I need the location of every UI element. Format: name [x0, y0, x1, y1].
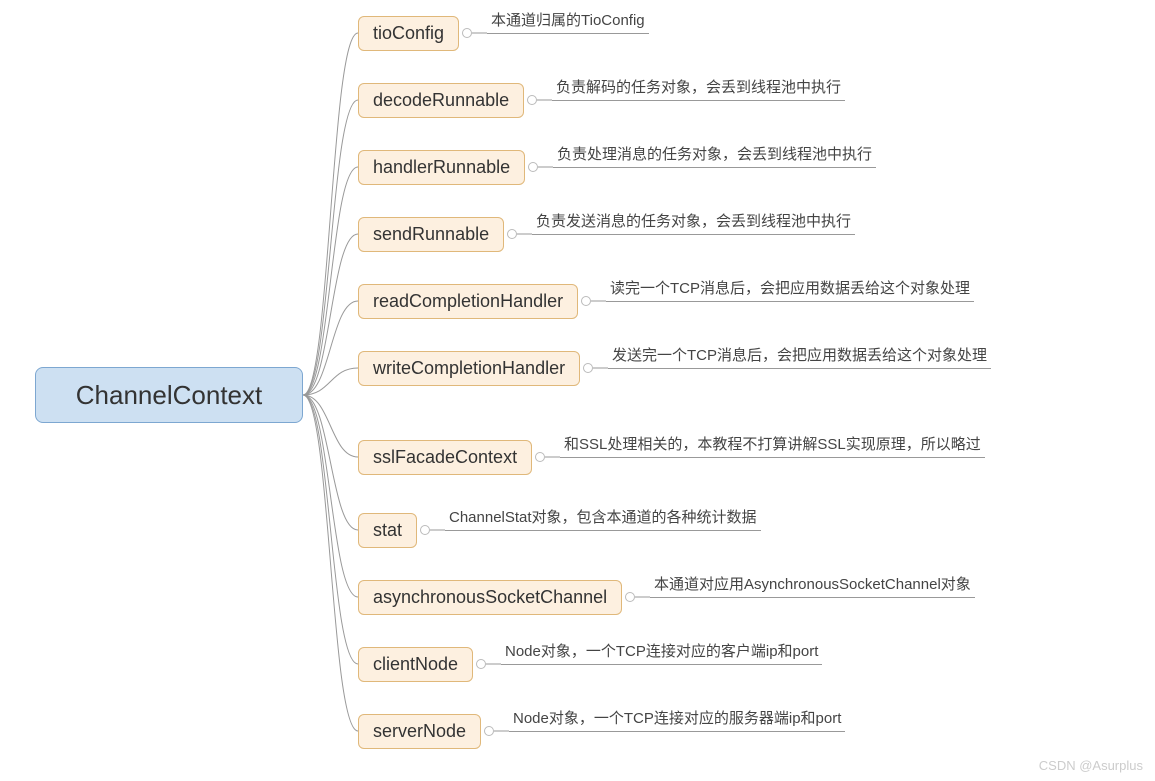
child-label: serverNode — [373, 721, 466, 741]
expand-dot — [476, 659, 486, 669]
child-desc: ChannelStat对象，包含本通道的各种统计数据 — [449, 507, 757, 528]
child-label: decodeRunnable — [373, 90, 509, 110]
expand-dot — [484, 726, 494, 736]
child-node-sslFacadeContext: sslFacadeContext — [358, 440, 532, 475]
child-desc: 负责解码的任务对象，会丢到线程池中执行 — [556, 77, 841, 98]
child-node-readCompletionHandler: readCompletionHandler — [358, 284, 578, 319]
child-desc: 本通道归属的TioConfig — [491, 10, 645, 31]
child-node-handlerRunnable: handlerRunnable — [358, 150, 525, 185]
child-node-clientNode: clientNode — [358, 647, 473, 682]
leaf-underline — [552, 100, 845, 101]
leaf-underline — [532, 234, 855, 235]
child-desc: Node对象，一个TCP连接对应的服务器端ip和port — [513, 708, 841, 729]
leaf-underline — [487, 33, 649, 34]
expand-dot — [535, 452, 545, 462]
leaf-underline — [501, 664, 822, 665]
child-label: tioConfig — [373, 23, 444, 43]
expand-dot — [507, 229, 517, 239]
child-label: asynchronousSocketChannel — [373, 587, 607, 607]
child-label: sendRunnable — [373, 224, 489, 244]
expand-dot — [420, 525, 430, 535]
child-desc: 负责处理消息的任务对象，会丢到线程池中执行 — [557, 144, 872, 165]
child-label: handlerRunnable — [373, 157, 510, 177]
child-desc: 和SSL处理相关的，本教程不打算讲解SSL实现原理，所以略过 — [564, 434, 981, 455]
child-label: clientNode — [373, 654, 458, 674]
child-desc: 发送完一个TCP消息后，会把应用数据丢给这个对象处理 — [612, 345, 987, 366]
leaf-underline — [445, 530, 761, 531]
child-node-sendRunnable: sendRunnable — [358, 217, 504, 252]
leaf-underline — [608, 368, 991, 369]
child-label: stat — [373, 520, 402, 540]
child-node-serverNode: serverNode — [358, 714, 481, 749]
child-node-asynchronousSocketChannel: asynchronousSocketChannel — [358, 580, 622, 615]
child-label: writeCompletionHandler — [373, 358, 565, 378]
leaf-underline — [606, 301, 974, 302]
expand-dot — [583, 363, 593, 373]
child-label: sslFacadeContext — [373, 447, 517, 467]
child-desc: 本通道对应用AsynchronousSocketChannel对象 — [654, 574, 971, 595]
leaf-underline — [560, 457, 985, 458]
expand-dot — [581, 296, 591, 306]
child-node-stat: stat — [358, 513, 417, 548]
root-label: ChannelContext — [76, 380, 262, 411]
expand-dot — [462, 28, 472, 38]
child-desc: 负责发送消息的任务对象，会丢到线程池中执行 — [536, 211, 851, 232]
child-node-writeCompletionHandler: writeCompletionHandler — [358, 351, 580, 386]
leaf-underline — [553, 167, 876, 168]
child-desc: 读完一个TCP消息后，会把应用数据丢给这个对象处理 — [610, 278, 970, 299]
child-node-tioConfig: tioConfig — [358, 16, 459, 51]
child-label: readCompletionHandler — [373, 291, 563, 311]
leaf-underline — [509, 731, 845, 732]
child-node-decodeRunnable: decodeRunnable — [358, 83, 524, 118]
root-node: ChannelContext — [35, 367, 303, 423]
expand-dot — [527, 95, 537, 105]
expand-dot — [625, 592, 635, 602]
expand-dot — [528, 162, 538, 172]
leaf-underline — [650, 597, 975, 598]
watermark: CSDN @Asurplus — [1039, 758, 1143, 773]
child-desc: Node对象，一个TCP连接对应的客户端ip和port — [505, 641, 818, 662]
